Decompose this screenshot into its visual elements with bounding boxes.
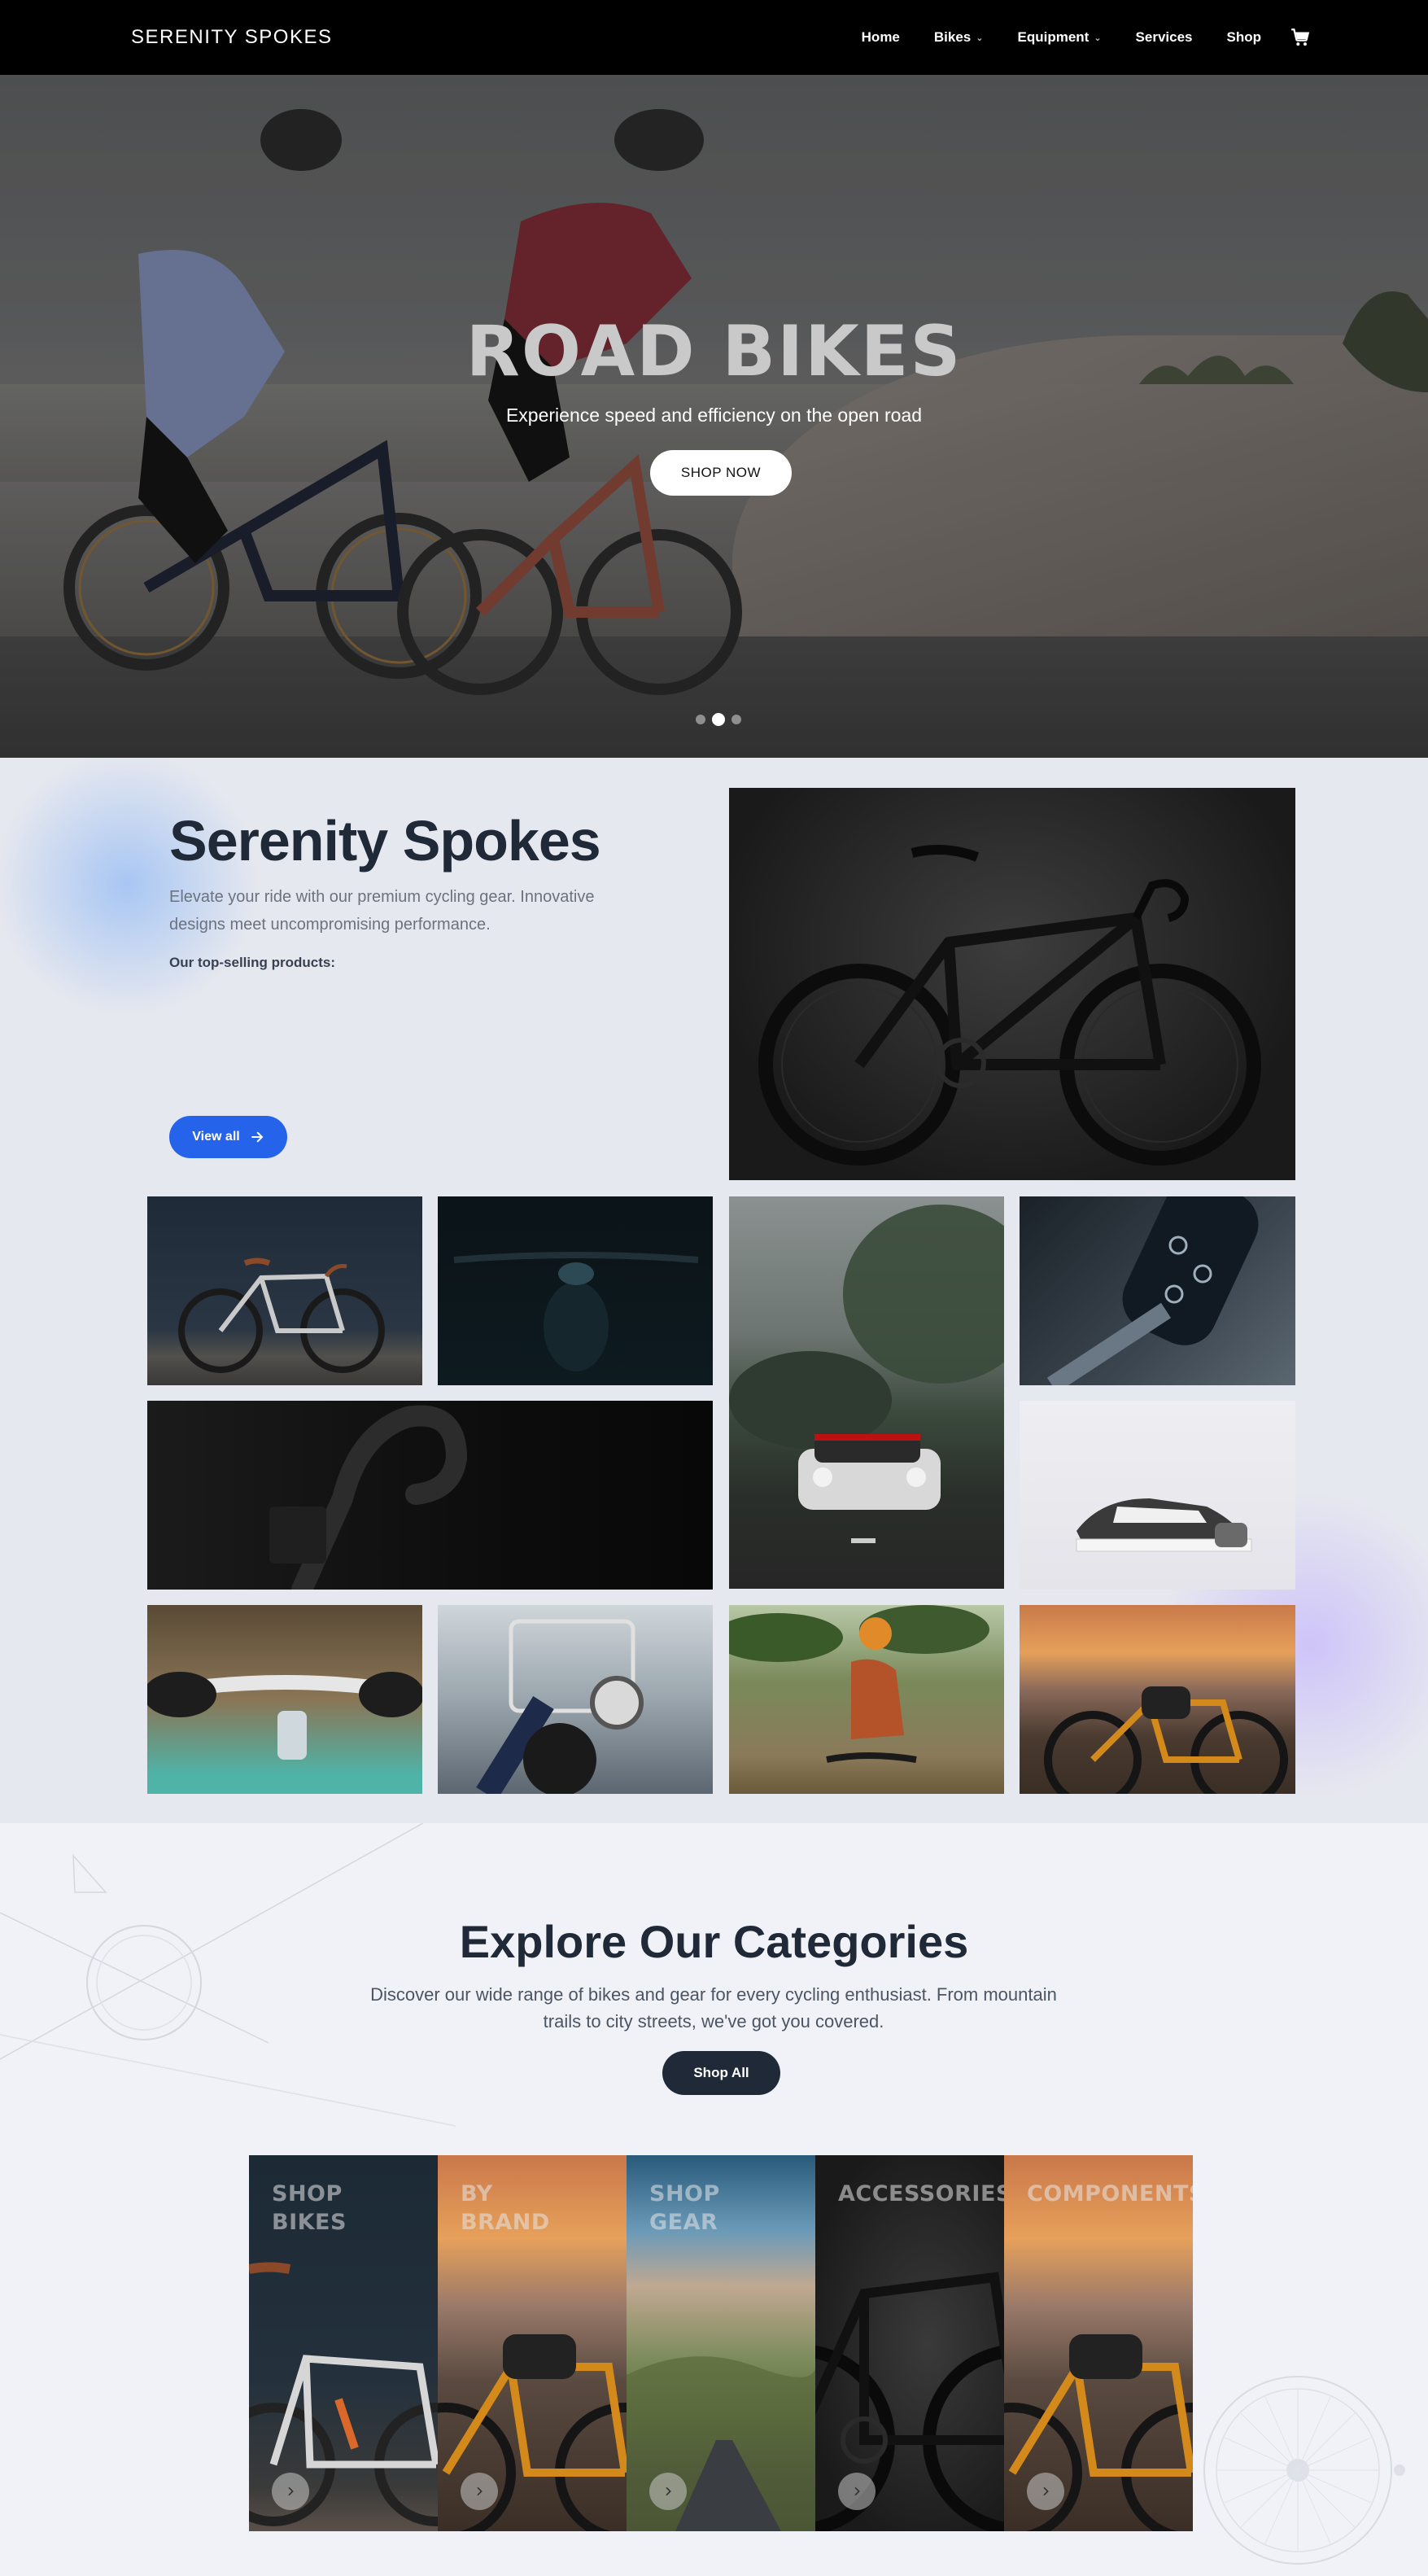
card-label: SHOP GEAR [649,2181,720,2235]
category-card-by-brand[interactable]: BY BRAND [438,2155,627,2531]
nav-home-label: Home [861,29,900,45]
shop-all-button[interactable]: Shop All [662,2051,780,2095]
categories-description: Discover our wide range of bikes and gea… [370,1984,1057,2031]
chevron-right-icon[interactable] [272,2473,309,2510]
hero-subtitle: Experience speed and efficiency on the o… [505,405,923,426]
gallery-sneaker-image[interactable] [1020,1401,1295,1590]
gallery-basket-bike-image[interactable] [438,1605,713,1794]
about-title: Serenity Spokes [169,809,601,873]
chevron-right-icon[interactable] [461,2473,498,2510]
nav-bikes[interactable]: Bikes ⌄ [917,29,1001,46]
categories-section: Explore Our Categories Discover our wide… [0,1823,1428,2576]
arrow-right-icon [251,1131,264,1143]
about-description: Elevate your ride with our premium cycli… [169,888,595,934]
chevron-right-icon[interactable] [649,2473,687,2510]
card-image-bikepacking [1004,2334,1193,2531]
gallery-car-image[interactable] [729,1196,1004,1589]
nav-equipment-label: Equipment [1017,29,1090,45]
category-card-accessories[interactable]: ACCESSORIES [815,2155,1004,2531]
nav-equipment[interactable]: Equipment ⌄ [1000,29,1118,46]
card-label: COMPONENTS [1027,2181,1193,2206]
chevron-right-icon[interactable] [1027,2473,1064,2510]
chevron-down-icon: ⌄ [976,33,984,43]
gallery-handlebar-image[interactable] [438,1196,713,1385]
category-card-shop-bikes[interactable]: SHOP BIKES [249,2155,438,2531]
brand-logo[interactable]: SERENITY SPOKES [131,26,332,49]
card-label: BY BRAND [461,2181,550,2235]
category-card-components[interactable]: COMPONENTS [1004,2155,1193,2531]
shop-now-button[interactable]: SHOP NOW [650,450,792,496]
nav-shop-label: Shop [1226,29,1262,45]
view-all-button[interactable]: View all [169,1116,287,1158]
card-label: SHOP BIKES [272,2181,347,2235]
carousel-dot-2[interactable] [712,713,725,726]
categories-title: Explore Our Categories [459,1916,969,1967]
gallery-drop-bar-image[interactable] [147,1401,713,1590]
nav-shop[interactable]: Shop [1210,29,1279,46]
chevron-down-icon: ⌄ [1094,33,1102,43]
card-label: ACCESSORIES [838,2181,1004,2206]
gallery-bikepacking-image[interactable] [1020,1605,1295,1794]
nav-services[interactable]: Services [1119,29,1210,46]
carousel-dot-3[interactable] [731,715,741,724]
card-image-black-bike [815,2272,1004,2531]
carousel-dot-1[interactable] [696,715,705,724]
chevron-right-icon[interactable] [838,2473,876,2510]
carousel-dots [696,713,741,726]
gallery-fixie-image[interactable] [147,1196,422,1385]
about-section: Serenity Spokes Elevate your ride with o… [0,758,1428,1823]
hero-title: ROAD BIKES [465,311,963,392]
wheel-decoration [1203,2376,1405,2565]
nav-bikes-label: Bikes [933,29,972,45]
gallery-rider-image[interactable] [729,1605,1004,1794]
featured-bike-image[interactable] [729,788,1295,1180]
hero-carousel[interactable]: ROAD BIKES Experience speed and efficien… [0,75,1428,758]
cart-icon[interactable] [1290,27,1311,48]
category-card-shop-gear[interactable]: SHOP GEAR [627,2155,815,2531]
view-all-label: View all [192,1130,240,1144]
nav-links: Home Bikes ⌄ Equipment ⌄ Services Shop [845,0,1311,75]
nav-home[interactable]: Home [845,29,917,46]
top-navbar: SERENITY SPOKES Home Bikes ⌄ Equipment ⌄ S… [0,0,1428,75]
top-selling-label: Our top-selling products: [169,955,335,970]
nav-services-label: Services [1135,29,1193,45]
gallery-bike-computer-image[interactable] [147,1605,422,1794]
gallery-bottle-image[interactable] [1020,1196,1295,1385]
